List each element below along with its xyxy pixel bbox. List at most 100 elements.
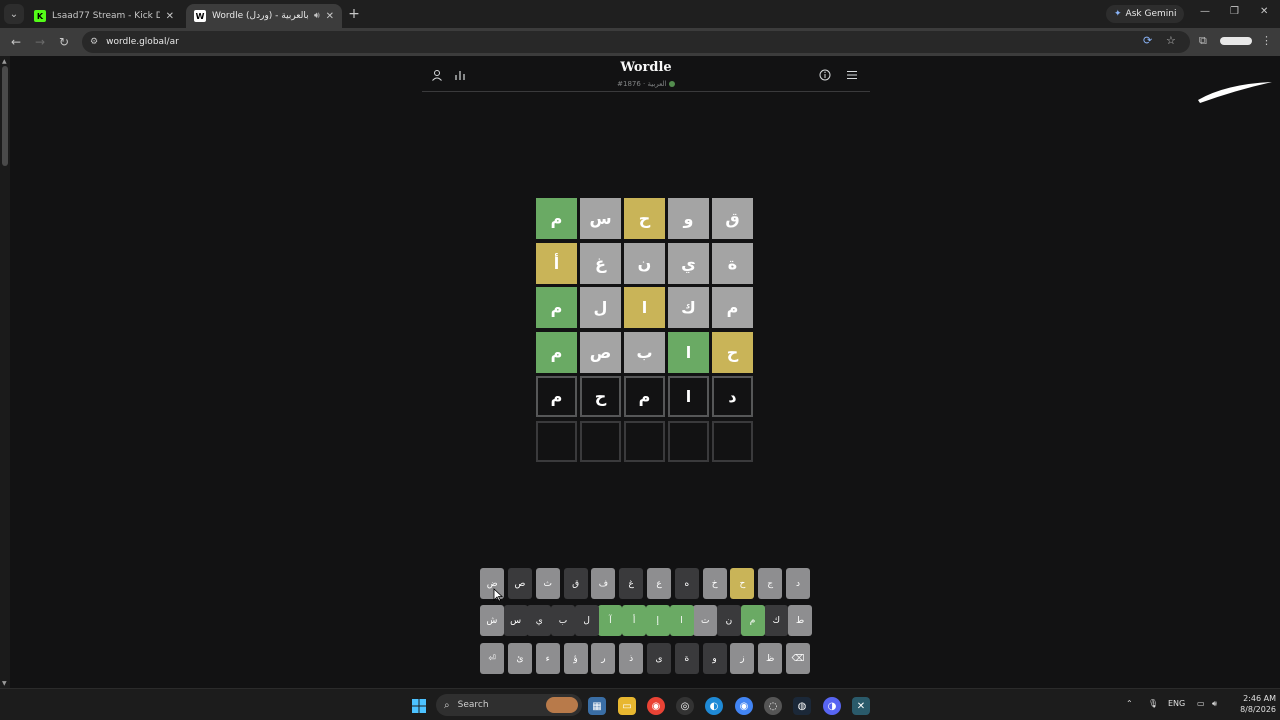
extensions-icon[interactable]: ⧉ (1199, 34, 1207, 48)
keyboard-key[interactable]: ح (730, 568, 755, 599)
help-icon[interactable] (818, 68, 832, 82)
swoosh-graphic (1198, 82, 1272, 103)
keyboard-key[interactable]: ب (551, 605, 575, 636)
store-icon[interactable]: ▦ (588, 697, 606, 715)
translate-icon[interactable]: ⟳ (1143, 34, 1152, 47)
keyboard-key[interactable]: ص (508, 568, 532, 599)
restore-icon[interactable]: ❐ (1230, 6, 1239, 17)
keyboard-key[interactable]: ل (574, 605, 599, 636)
scroll-down-icon[interactable]: ▼ (2, 680, 7, 687)
board-tile: ا (624, 287, 665, 328)
speaker-icon[interactable]: 🔊︎ (314, 11, 320, 21)
keyboard-key[interactable]: ظ (758, 643, 783, 674)
keyboard-key[interactable]: م (740, 605, 765, 636)
scrollbar-thumb[interactable] (2, 66, 8, 166)
chrome-icon[interactable]: ◉ (647, 697, 665, 715)
board-tile: م (536, 198, 577, 239)
board-tile: ا (668, 376, 709, 417)
bookmark-star-icon[interactable]: ☆ (1166, 34, 1176, 47)
keyboard-key[interactable]: ع (647, 568, 671, 599)
kick-icon: K (34, 10, 46, 22)
close-icon[interactable]: ✕ (166, 11, 174, 22)
keyboard-key[interactable]: أ (622, 605, 647, 636)
edge-icon[interactable]: ◐ (705, 697, 723, 715)
volume-icon[interactable]: 🔊︎ (1212, 699, 1217, 709)
keyboard-key[interactable]: ؤ (563, 643, 588, 674)
app-icon[interactable]: ◎ (676, 697, 694, 715)
board-tile: ة (712, 242, 753, 284)
taskbar-search[interactable]: ⌕ Search (436, 694, 582, 716)
close-window-icon[interactable]: ✕ (1260, 6, 1268, 17)
board-tile: م (536, 331, 577, 373)
keyboard-key[interactable]: خ (702, 568, 727, 599)
board-tile: ق (712, 198, 753, 239)
keyboard-key[interactable]: ف (591, 568, 616, 599)
tab-kick-dashboard[interactable]: K Lsaad77 Stream - Kick Dashboard ✕ (26, 4, 182, 28)
address-bar[interactable]: ⚙ wordle.global/ar (82, 31, 1190, 53)
app-icon[interactable]: ✕ (852, 697, 870, 715)
language-indicator[interactable]: ENG (1168, 699, 1185, 708)
url-text: wordle.global/ar (106, 37, 179, 47)
menu-dots-icon[interactable]: ⋮ (1261, 34, 1272, 47)
reload-icon[interactable]: ↻ (56, 34, 72, 50)
keyboard-key[interactable]: آ (598, 605, 623, 636)
site-info-icon[interactable]: ⚙ (90, 37, 98, 47)
keyboard-key[interactable]: ه (674, 568, 699, 599)
keyboard-key[interactable]: ذ (619, 643, 644, 674)
network-icon[interactable]: ▭ (1197, 699, 1205, 708)
keyboard-key[interactable]: إ (645, 605, 670, 636)
app-icon[interactable]: ◌ (764, 697, 782, 715)
keyboard-key[interactable]: ا (669, 605, 694, 636)
board-tile: ك (668, 287, 709, 328)
keyboard-key[interactable]: ت (693, 605, 718, 636)
back-icon[interactable]: ← (8, 34, 24, 50)
windows-start-icon[interactable] (410, 697, 428, 715)
tab-wordle[interactable]: W Wordle (وردل) - بالعربية 🔊︎ ✕ (186, 4, 342, 28)
puzzle-number: #1876 (617, 80, 641, 88)
keyboard-key[interactable]: غ (619, 568, 644, 599)
keyboard-key[interactable]: ي (527, 605, 552, 636)
scroll-up-icon[interactable]: ▲ (2, 58, 7, 65)
board-tile: غ (580, 242, 621, 284)
keyboard-key[interactable]: ش (479, 605, 504, 636)
keyboard-key[interactable]: ط (788, 605, 812, 636)
keyboard-key[interactable]: و (702, 643, 727, 674)
hamburger-menu-icon[interactable] (845, 68, 859, 82)
forward-icon[interactable]: → (32, 34, 48, 50)
keyboard-key[interactable]: ق (563, 568, 588, 599)
tray-chevron-icon[interactable]: ⌃ (1126, 699, 1133, 708)
discord-icon[interactable]: ◑ (823, 697, 841, 715)
keyboard-key[interactable]: ن (716, 605, 741, 636)
search-highlight-image (546, 697, 578, 713)
keyboard-key[interactable]: ة (674, 643, 699, 674)
keyboard-key[interactable]: ك (764, 605, 789, 636)
keyboard-key[interactable]: س (503, 605, 528, 636)
chrome-active-icon[interactable]: ◉ (735, 697, 753, 715)
steam-icon[interactable]: ◍ (793, 697, 811, 715)
close-icon[interactable]: ✕ (326, 11, 334, 22)
keyboard-key[interactable]: ر (591, 643, 616, 674)
tab-search-icon[interactable]: ⌄ (4, 4, 24, 24)
keyboard-key[interactable]: ئ (508, 643, 532, 674)
keyboard-key[interactable]: د (786, 568, 810, 599)
backspace-key[interactable]: ⌫ (786, 643, 810, 674)
board-tile: ي (668, 242, 709, 284)
board-tile: م (624, 376, 665, 417)
file-explorer-icon[interactable]: ▭ (618, 697, 636, 715)
clock[interactable]: 2:46 AM 8/8/2026 (1228, 693, 1276, 715)
keyboard-key[interactable]: ز (730, 643, 755, 674)
keyboard-key[interactable]: ث (535, 568, 560, 599)
microphone-icon[interactable]: 🎙︎ (1148, 699, 1158, 708)
enter-key[interactable]: ⏎ (480, 643, 505, 674)
minimize-icon[interactable]: — (1200, 6, 1210, 17)
new-tab-button[interactable]: + (346, 6, 362, 22)
keyboard-key[interactable]: ء (535, 643, 560, 674)
board-tile: س (580, 198, 621, 239)
keyboard-key[interactable]: ج (758, 568, 783, 599)
ask-gemini-button[interactable]: ✦ Ask Gemini (1106, 5, 1185, 23)
board-tile: ح (580, 376, 621, 417)
keyboard-key[interactable]: ى (647, 643, 671, 674)
language-label: العربية (647, 80, 667, 88)
board-tile: و (668, 198, 709, 239)
profile-avatar[interactable] (1220, 37, 1252, 45)
